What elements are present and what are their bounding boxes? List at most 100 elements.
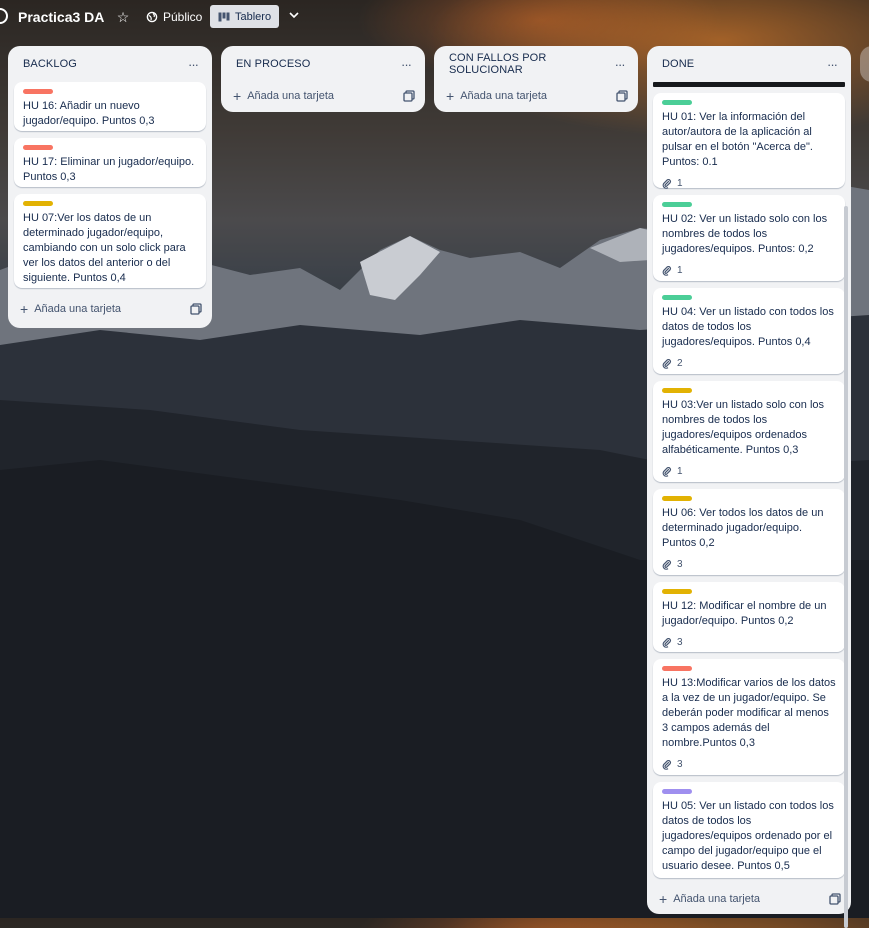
attachment-count: 3 xyxy=(677,637,683,648)
attachment-count: 3 xyxy=(677,759,683,770)
card[interactable]: HU 05: Ver un listado con todos los dato… xyxy=(653,782,845,878)
add-card-label: Añada una tarjeta xyxy=(247,90,335,102)
plus-icon: + xyxy=(20,301,29,317)
workspace-icon[interactable] xyxy=(0,8,8,24)
attachment-badge: 1 xyxy=(662,263,837,278)
paperclip-icon xyxy=(662,759,671,770)
card-label-yellow[interactable] xyxy=(662,496,692,501)
card-title: HU 13:Modificar varios de los datos a la… xyxy=(662,677,836,749)
list-title[interactable]: EN PROCESO xyxy=(236,58,310,70)
attachment-badge: 2 xyxy=(662,356,837,371)
list-header: DONE ··· xyxy=(647,46,851,82)
star-icon[interactable]: ☆ xyxy=(114,8,132,26)
card-title: HU 12: Modificar el nombre de un jugador… xyxy=(662,600,827,627)
visibility-label: Público xyxy=(163,10,203,24)
card[interactable]: HU 06: Ver todos los datos de un determi… xyxy=(653,489,845,575)
list-title[interactable]: BACKLOG xyxy=(23,58,77,70)
paperclip-icon xyxy=(662,178,671,189)
paperclip-icon xyxy=(662,265,671,276)
attachment-badge: 1 xyxy=(662,176,837,191)
attachment-badge: 3 xyxy=(662,757,837,772)
card-label-yellow[interactable] xyxy=(662,388,692,393)
add-card-label: Añada una tarjeta xyxy=(34,303,122,315)
list-backlog: BACKLOG ··· HU 16: Añadir un nuevo jugad… xyxy=(8,46,212,328)
attachment-badge: 3 xyxy=(662,557,837,572)
card-label-green[interactable] xyxy=(662,295,692,300)
next-list-edge[interactable] xyxy=(860,46,869,82)
card-title: HU 03:Ver un listado solo con los nombre… xyxy=(662,399,825,456)
list-menu-icon[interactable]: ··· xyxy=(184,57,202,72)
visibility-button[interactable]: Público xyxy=(146,8,202,26)
list-menu-icon[interactable]: ··· xyxy=(611,57,628,72)
list-header: BACKLOG ··· xyxy=(8,46,212,82)
list-scrollbar[interactable] xyxy=(844,206,848,928)
board-view-label: Tablero xyxy=(235,10,272,23)
card[interactable]: HU 01: Ver la información del autor/auto… xyxy=(653,93,845,191)
card-title: HU 07:Ver los datos de un determinado ju… xyxy=(23,212,186,284)
card-template-icon[interactable] xyxy=(616,90,628,102)
list-done: DONE ··· HU 01: Ver la información del a… xyxy=(647,46,851,928)
card-template-icon[interactable] xyxy=(403,90,415,102)
globe-icon xyxy=(146,11,158,23)
card-label-red[interactable] xyxy=(662,666,692,671)
add-card-row: + Añada una tarjeta xyxy=(434,82,638,110)
paperclip-icon xyxy=(662,358,671,369)
attachment-count: 1 xyxy=(677,178,683,189)
card-template-icon[interactable] xyxy=(829,893,841,905)
card-title: HU 04: Ver un listado con todos los dato… xyxy=(662,306,834,348)
chevron-down-icon[interactable] xyxy=(285,8,303,26)
paperclip-icon xyxy=(662,559,671,570)
add-card-row: + Añada una tarjeta xyxy=(221,82,425,110)
list-title[interactable]: CON FALLOS POR SOLUCIONAR xyxy=(449,52,611,76)
list-header: CON FALLOS POR SOLUCIONAR ··· xyxy=(434,46,638,82)
add-card-button[interactable]: + Añada una tarjeta xyxy=(233,88,334,104)
add-card-label: Añada una tarjeta xyxy=(673,893,761,905)
card[interactable]: HU 03:Ver un listado solo con los nombre… xyxy=(653,381,845,482)
board-icon xyxy=(218,12,230,21)
card-title: HU 16: Añadir un nuevo jugador/equipo. P… xyxy=(23,100,155,127)
attachment-count: 3 xyxy=(677,559,683,570)
card-title: HU 01: Ver la información del autor/auto… xyxy=(662,111,813,168)
card[interactable]: HU 17: Eliminar un jugador/equipo. Punto… xyxy=(14,138,206,187)
card-title: HU 02: Ver un listado solo con los nombr… xyxy=(662,213,828,255)
add-card-label: Añada una tarjeta xyxy=(460,90,548,102)
card-title: HU 17: Eliminar un jugador/equipo. Punto… xyxy=(23,156,195,183)
list-en-proceso: EN PROCESO ··· + Añada una tarjeta xyxy=(221,46,425,112)
paperclip-icon xyxy=(662,637,671,648)
card-title: HU 05: Ver un listado con todos los dato… xyxy=(662,800,834,872)
add-card-button[interactable]: + Añada una tarjeta xyxy=(446,88,547,104)
card-label-red[interactable] xyxy=(23,145,53,150)
plus-icon: + xyxy=(446,88,455,104)
paperclip-icon xyxy=(662,466,671,477)
plus-icon: + xyxy=(233,88,242,104)
card[interactable]: HU 13:Modificar varios de los datos a la… xyxy=(653,659,845,775)
card-label-green[interactable] xyxy=(662,202,692,207)
card[interactable]: HU 12: Modificar el nombre de un jugador… xyxy=(653,582,845,652)
list-title[interactable]: DONE xyxy=(662,58,694,70)
card-template-icon[interactable] xyxy=(190,303,202,315)
card-label-purple[interactable] xyxy=(662,789,692,794)
card[interactable]: HU 16: Añadir un nuevo jugador/equipo. P… xyxy=(14,82,206,131)
attachment-count: 1 xyxy=(677,265,683,276)
board-view-button[interactable]: Tablero xyxy=(210,5,280,28)
list-menu-icon[interactable]: ··· xyxy=(397,57,415,72)
card[interactable]: HU 04: Ver un listado con todos los dato… xyxy=(653,288,845,374)
attachment-badge: 1 xyxy=(662,464,837,479)
list-header: EN PROCESO ··· xyxy=(221,46,425,82)
list-menu-icon[interactable]: ··· xyxy=(823,57,841,72)
add-card-button[interactable]: + Añada una tarjeta xyxy=(20,301,121,317)
card-cover xyxy=(653,82,845,87)
card[interactable]: HU 02: Ver un listado solo con los nombr… xyxy=(653,195,845,281)
plus-icon: + xyxy=(659,891,668,907)
board-title[interactable]: Practica3 DA xyxy=(18,9,104,25)
card-label-yellow[interactable] xyxy=(662,589,692,594)
card-label-red[interactable] xyxy=(23,89,53,94)
attachment-badge: 3 xyxy=(662,635,837,650)
card[interactable]: HU 07:Ver los datos de un determinado ju… xyxy=(14,194,206,288)
card-title: HU 06: Ver todos los datos de un determi… xyxy=(662,507,824,549)
attachment-count: 2 xyxy=(677,358,683,369)
card-label-yellow[interactable] xyxy=(23,201,53,206)
attachment-count: 1 xyxy=(677,466,683,477)
add-card-button[interactable]: + Añada una tarjeta xyxy=(659,891,760,907)
card-label-green[interactable] xyxy=(662,100,692,105)
